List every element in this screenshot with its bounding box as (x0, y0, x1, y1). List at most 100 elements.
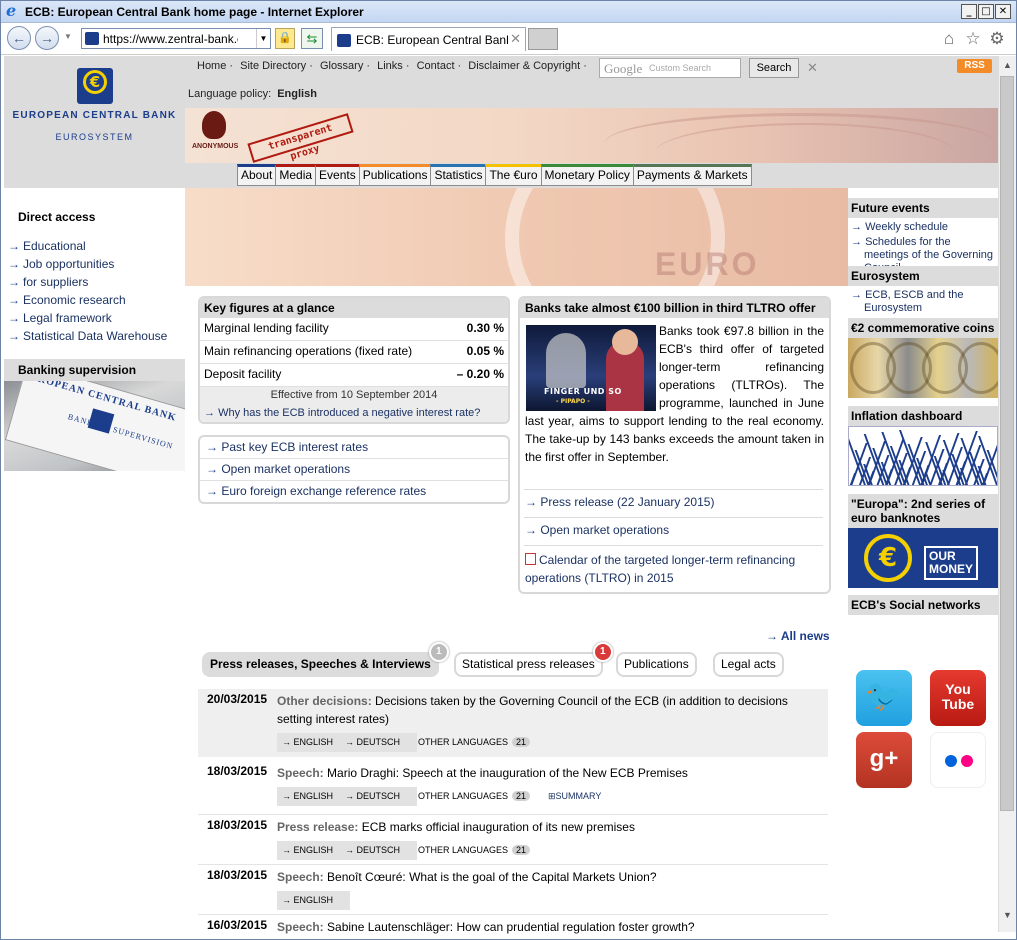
future-events-title[interactable]: Future events (848, 198, 998, 218)
menu-events[interactable]: Events (315, 164, 360, 186)
thumb-figure (546, 333, 586, 388)
sidebar-link-jobs[interactable]: → Job opportunities (8, 257, 114, 271)
coins-image[interactable] (848, 338, 998, 398)
search-button[interactable]: Search (749, 58, 799, 78)
search-clear-icon[interactable]: ✕ (807, 60, 818, 76)
tab-publications[interactable]: Publications (616, 652, 697, 677)
menu-statistics[interactable]: Statistics (430, 164, 487, 186)
nav-links-link[interactable]: Links · (377, 60, 409, 72)
browser-tab[interactable]: ECB: European Central Bank ... ✕ (331, 27, 526, 51)
menu-payments-markets[interactable]: Payments & Markets (632, 164, 752, 186)
coins-title[interactable]: €2 commemorative coins (848, 318, 998, 338)
tab-legal-acts[interactable]: Legal acts (713, 652, 784, 677)
forward-button[interactable]: → (35, 26, 59, 50)
eurosystem-link[interactable]: → ECB, ESCB and the Eurosystem (851, 289, 998, 315)
news-title[interactable]: Banks take almost €100 billion in third … (520, 298, 829, 318)
youtube-icon[interactable]: You Tube (930, 670, 986, 726)
sidebar-link-suppliers[interactable]: → for suppliers (8, 275, 88, 289)
refresh-button[interactable]: ⇆ (301, 28, 323, 49)
rss-button[interactable]: RSS (957, 59, 992, 73)
ecb-logo[interactable]: € EUROPEAN CENTRAL BANK EUROSYSTEM (4, 56, 185, 163)
menu-monetary-policy[interactable]: Monetary Policy (540, 164, 634, 186)
google-plus-icon[interactable]: g+ (856, 732, 912, 788)
scroll-down-icon[interactable]: ▼ (999, 906, 1016, 924)
open-market-link[interactable]: → Open market operations (200, 459, 508, 481)
lock-icon[interactable]: 🔒 (275, 28, 295, 49)
menu-publications[interactable]: Publications (358, 164, 432, 186)
maximize-button[interactable]: □ (978, 4, 994, 19)
lang-english-link[interactable]: → ENGLISH (282, 895, 339, 905)
language-policy-value[interactable]: English (277, 88, 317, 100)
menu-the-euro[interactable]: The €uro (485, 164, 542, 186)
fx-rates-link[interactable]: → Euro foreign exchange reference rates (200, 481, 508, 503)
press-item[interactable]: 18/03/2015 Press release: ECB marks offi… (198, 814, 828, 864)
news-link-open-market[interactable]: → Open market operations (525, 523, 669, 537)
lang-deutsch-link[interactable]: → DEUTSCH (345, 845, 406, 855)
press-title[interactable]: Other decisions: Decisions taken by the … (277, 692, 822, 728)
eurosystem-title[interactable]: Eurosystem (848, 266, 998, 286)
address-dropdown-icon[interactable]: ▼ (256, 29, 270, 48)
press-item[interactable]: 18/03/2015 Speech: Benoît Cœuré: What is… (198, 864, 828, 914)
nav-glossary-link[interactable]: Glossary · (320, 60, 370, 72)
lang-english-link[interactable]: → ENGLISH (282, 845, 339, 855)
menu-about[interactable]: About (237, 164, 277, 186)
vertical-scrollbar[interactable]: ▲ ▼ (998, 56, 1016, 932)
lang-deutsch-link[interactable]: → DEUTSCH (345, 791, 406, 801)
gear-icon[interactable]: ⚙ (987, 29, 1007, 49)
favorites-star-icon[interactable]: ☆ (963, 29, 983, 49)
press-item[interactable]: 18/03/2015 Speech: Mario Draghi: Speech … (198, 761, 828, 811)
sidebar-link-legal[interactable]: → Legal framework (8, 311, 112, 325)
tab-close-icon[interactable]: ✕ (510, 31, 521, 47)
sidebar-link-sdw[interactable]: → Statistical Data Warehouse (8, 329, 167, 343)
twitter-icon[interactable]: 🐦 (856, 670, 912, 726)
lang-english-link[interactable]: → ENGLISH (282, 791, 339, 801)
tab-press-releases[interactable]: Press releases, Speeches & Interviews 1 (202, 642, 449, 677)
back-button[interactable]: ← (7, 26, 31, 50)
home-icon[interactable]: ⌂ (939, 29, 959, 49)
close-button[interactable]: ✕ (995, 4, 1011, 19)
other-languages-link[interactable]: OTHER LANGUAGES 21 (418, 841, 531, 860)
negative-rate-link[interactable]: → Why has the ECB introduced a negative … (200, 405, 508, 422)
address-bar[interactable]: https://www.zentral-bank.c ▼ (81, 28, 271, 49)
press-title[interactable]: Speech: Sabine Lautenschläger: How can p… (277, 918, 822, 936)
past-rates-link[interactable]: → Past key ECB interest rates (200, 437, 508, 459)
nav-disclaimer-link[interactable]: Disclaimer & Copyright · (468, 60, 587, 72)
other-languages-link[interactable]: OTHER LANGUAGES 21 (418, 733, 531, 752)
nav-home-link[interactable]: Home · (197, 60, 233, 72)
lang-english-link[interactable]: → ENGLISH (282, 737, 339, 747)
news-link-press-release[interactable]: → Press release (22 January 2015) (525, 495, 714, 509)
search-input[interactable]: Google Custom Search (599, 58, 741, 78)
sidebar-link-research[interactable]: → Economic research (8, 293, 126, 307)
summary-link[interactable]: ⊞SUMMARY (548, 787, 601, 802)
new-tab-button[interactable] (528, 28, 558, 50)
other-languages-link[interactable]: OTHER LANGUAGES 21 (418, 787, 531, 806)
all-news-link[interactable]: → All news (766, 629, 830, 643)
nav-site-directory-link[interactable]: Site Directory · (240, 60, 313, 72)
inflation-chart-image[interactable] (848, 426, 998, 486)
weekly-schedule-link[interactable]: → Weekly schedule (851, 221, 948, 234)
press-title[interactable]: Speech: Mario Draghi: Speech at the inau… (277, 764, 822, 782)
inflation-title[interactable]: Inflation dashboard (848, 406, 998, 426)
press-title[interactable]: Speech: Benoît Cœuré: What is the goal o… (277, 868, 822, 886)
press-item[interactable]: 16/03/2015 Speech: Sabine Lautenschläger… (198, 914, 828, 939)
scroll-thumb[interactable] (1000, 76, 1014, 811)
language-links: → ENGLISH → DEUTSCH (277, 787, 418, 806)
news-link-calendar[interactable]: Calendar of the targeted longer-term ref… (525, 551, 815, 587)
our-money-banner[interactable]: € OUR MONEY (848, 528, 998, 588)
history-dropdown-icon[interactable]: ▼ (64, 32, 72, 41)
flickr-icon[interactable] (930, 732, 986, 788)
sidebar-link-educational[interactable]: → Educational (8, 239, 86, 253)
banking-supervision-image[interactable]: EUROPEAN CENTRAL BANK BANKING SUPERVISIO… (4, 381, 185, 471)
news-thumbnail[interactable]: FINGER UND SO - PIPAPO - (526, 325, 656, 411)
menu-media[interactable]: Media (275, 164, 317, 186)
europa-title[interactable]: "Europa": 2nd series of euro banknotes (848, 494, 998, 528)
nav-contact-link[interactable]: Contact · (417, 60, 462, 72)
scroll-up-icon[interactable]: ▲ (999, 56, 1016, 74)
press-title[interactable]: Press release: ECB marks official inaugu… (277, 818, 822, 836)
address-url[interactable]: https://www.zentral-bank.c (103, 32, 238, 46)
minimize-button[interactable]: _ (961, 4, 977, 19)
banking-supervision-title[interactable]: Banking supervision (4, 359, 185, 381)
lang-deutsch-link[interactable]: → DEUTSCH (345, 737, 406, 747)
press-item[interactable]: 20/03/2015 Other decisions: Decisions ta… (198, 689, 828, 757)
tab-statistical-press-releases[interactable]: Statistical press releases 1 (454, 642, 613, 677)
